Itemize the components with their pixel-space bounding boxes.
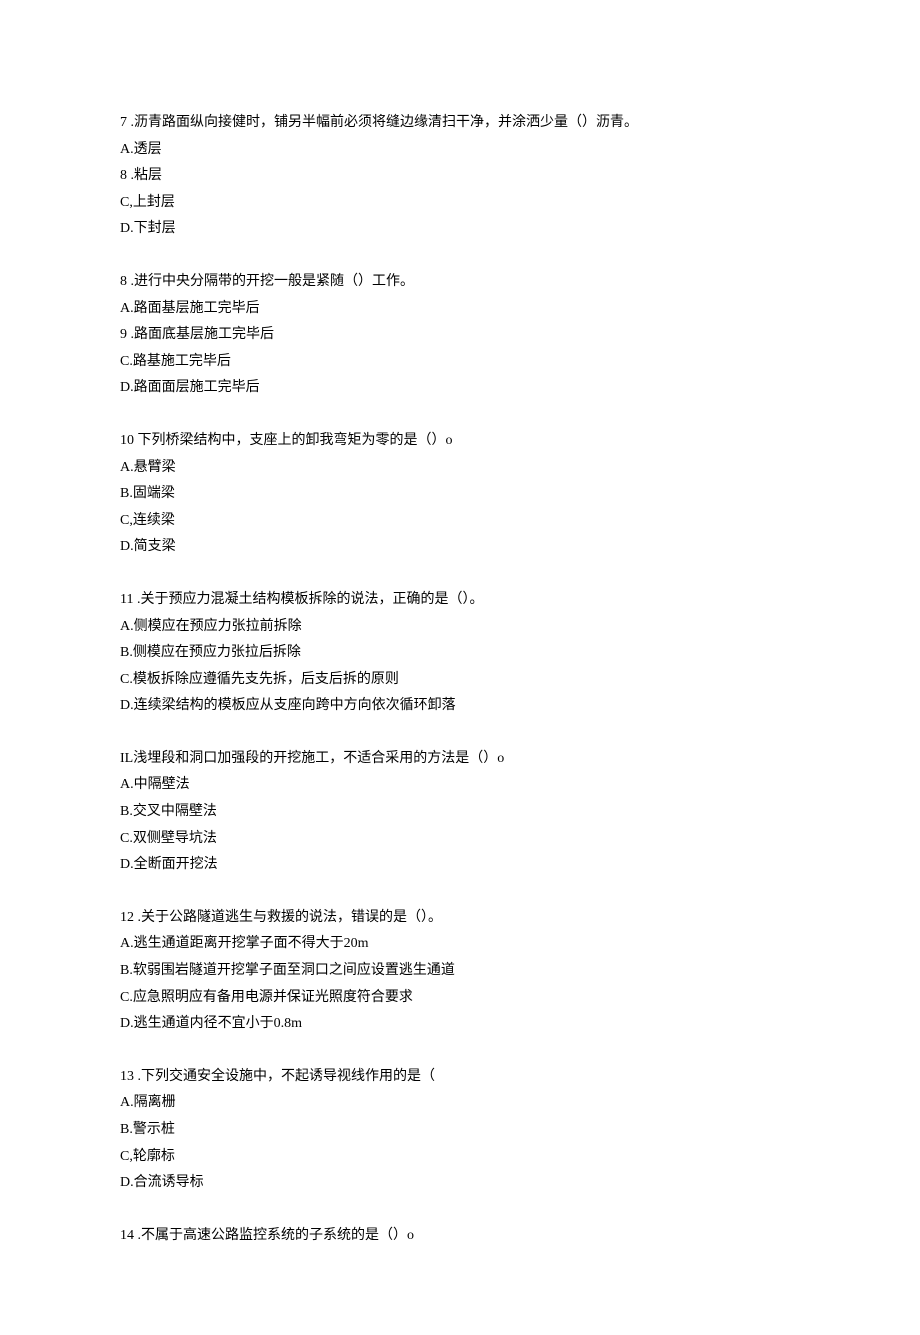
option-a: A.悬臂梁	[120, 455, 800, 482]
option-a: A.逃生通道距离开挖掌子面不得大于20m	[120, 931, 800, 958]
question-13: 13 .下列交通安全设施中，不起诱导视线作用的是（ A.隔离栅 B.警示桩 C,…	[120, 1064, 800, 1197]
option-b: B.软弱围岩隧道开挖掌子面至洞口之间应设置逃生通道	[120, 958, 800, 985]
option-c: C,轮廓标	[120, 1144, 800, 1171]
question-10: 10 下列桥梁结构中，支座上的卸我弯矩为零的是（）o A.悬臂梁 B.固端梁 C…	[120, 428, 800, 561]
option-a: A.路面基层施工完毕后	[120, 296, 800, 323]
option-c: C.模板拆除应遵循先支先拆，后支后拆的原则	[120, 667, 800, 694]
option-b: 9 .路面底基层施工完毕后	[120, 322, 800, 349]
option-c: C.路基施工完毕后	[120, 349, 800, 376]
question-stem: 11 .关于预应力混凝土结构模板拆除的说法，正确的是（）。	[120, 587, 800, 614]
option-d: D.逃生通道内径不宜小于0.8m	[120, 1011, 800, 1038]
option-c: C,上封层	[120, 190, 800, 217]
option-d: D.简支梁	[120, 534, 800, 561]
option-c: C,连续梁	[120, 508, 800, 535]
option-b: B.侧模应在预应力张拉后拆除	[120, 640, 800, 667]
option-a: A.透层	[120, 137, 800, 164]
option-a: A.中隔壁法	[120, 772, 800, 799]
option-d: D.路面面层施工完毕后	[120, 375, 800, 402]
option-c: C.应急照明应有备用电源并保证光照度符合要求	[120, 985, 800, 1012]
question-stem: 10 下列桥梁结构中，支座上的卸我弯矩为零的是（）o	[120, 428, 800, 455]
option-d: D.连续梁结构的模板应从支座向跨中方向依次循环卸落	[120, 693, 800, 720]
question-stem: 12 .关于公路隧道逃生与救援的说法，错误的是（）。	[120, 905, 800, 932]
option-c: C.双侧壁导坑法	[120, 826, 800, 853]
option-d: D.全断面开挖法	[120, 852, 800, 879]
question-stem: 13 .下列交通安全设施中，不起诱导视线作用的是（	[120, 1064, 800, 1091]
option-a: A.侧模应在预应力张拉前拆除	[120, 614, 800, 641]
option-d: D.合流诱导标	[120, 1170, 800, 1197]
question-stem: 14 .不属于高速公路监控系统的子系统的是（）o	[120, 1223, 800, 1250]
document-page: 7 .沥青路面纵向接健时，铺另半幅前必须将缝边缘清扫干净，并涂洒少量（）沥青。 …	[0, 0, 920, 1335]
option-b: B.固端梁	[120, 481, 800, 508]
option-a: A.隔离栅	[120, 1090, 800, 1117]
question-11: 11 .关于预应力混凝土结构模板拆除的说法，正确的是（）。 A.侧模应在预应力张…	[120, 587, 800, 720]
option-b: 8 .粘层	[120, 163, 800, 190]
question-12: 12 .关于公路隧道逃生与救援的说法，错误的是（）。 A.逃生通道距离开挖掌子面…	[120, 905, 800, 1038]
option-d: D.下封层	[120, 216, 800, 243]
option-b: B.交叉中隔壁法	[120, 799, 800, 826]
question-8: 8 .进行中央分隔带的开挖一般是紧随（）工作。 A.路面基层施工完毕后 9 .路…	[120, 269, 800, 402]
question-14: 14 .不属于高速公路监控系统的子系统的是（）o	[120, 1223, 800, 1250]
option-b: B.警示桩	[120, 1117, 800, 1144]
question-stem: 8 .进行中央分隔带的开挖一般是紧随（）工作。	[120, 269, 800, 296]
question-7: 7 .沥青路面纵向接健时，铺另半幅前必须将缝边缘清扫干净，并涂洒少量（）沥青。 …	[120, 110, 800, 243]
question-stem: 7 .沥青路面纵向接健时，铺另半幅前必须将缝边缘清扫干净，并涂洒少量（）沥青。	[120, 110, 800, 137]
question-stem: IL浅埋段和洞口加强段的开挖施工，不适合采用的方法是（）o	[120, 746, 800, 773]
question-il: IL浅埋段和洞口加强段的开挖施工，不适合采用的方法是（）o A.中隔壁法 B.交…	[120, 746, 800, 879]
